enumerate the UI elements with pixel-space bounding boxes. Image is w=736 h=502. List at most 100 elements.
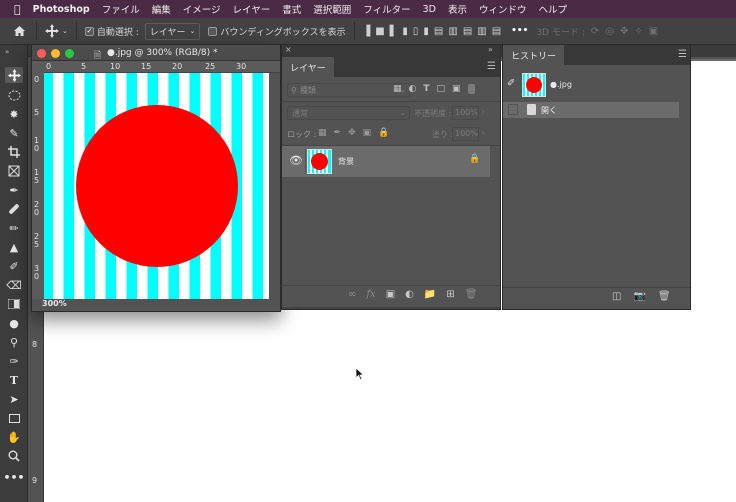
history-brush-source-icon[interactable]: ✐ [507,78,515,89]
lock-transparent-icon[interactable]: ▦ [318,128,327,138]
menu-photoshop[interactable]: Photoshop [33,4,90,15]
pan-3d-icon[interactable]: ✥ [620,26,628,37]
menu-file[interactable]: ファイル [102,2,140,16]
distribute-icon-2[interactable]: ▥ [448,26,457,37]
layer-kind-filter[interactable]: ⚲ 種類 ⌄ [287,83,410,97]
distribute-icon-3[interactable]: ▤ [463,26,472,37]
move-icon[interactable] [5,67,23,83]
auto-select-checkbox[interactable]: ✓ 自動選択 : [84,25,139,38]
trash-icon[interactable]: 🗑 [658,291,671,302]
align-left-icon[interactable]: ▮ [402,26,408,37]
chevron-right-icon[interactable]: › [482,108,485,116]
menu-layer[interactable]: レイヤー [233,2,271,16]
trash-icon[interactable]: 🗑 [465,289,478,300]
gradient-icon[interactable] [5,296,23,312]
distribute-icon-4[interactable]: ▥ [477,26,486,37]
eraser-icon[interactable]: ⌫ [5,277,23,293]
pen-icon[interactable]: ✑ [5,353,23,369]
type-icon[interactable]: T [5,372,23,388]
menu-select[interactable]: 選択範囲 [313,2,351,16]
eyedropper-icon[interactable]: ✒ [5,182,23,198]
menu-filter[interactable]: フィルター [363,2,410,16]
align-vcenter-icon[interactable]: ■ [375,26,384,37]
menu-image[interactable]: イメージ [183,2,221,16]
history-brush-icon[interactable]: ✐ [5,258,23,274]
rectangle-icon[interactable] [5,410,23,426]
panel-menu-icon[interactable]: ☰ [678,49,687,60]
history-state-row[interactable]: 開く [503,102,679,118]
eye-icon[interactable]: 👁 [289,154,303,167]
smartobject-filter-icon[interactable]: ▣ [452,84,461,94]
scale-3d-icon[interactable]: ▣ [649,26,658,37]
frame-icon[interactable] [5,163,23,179]
blur-icon[interactable]: ● [5,315,23,331]
roll-icon[interactable]: ◎ [605,26,614,37]
align-bottom-icon[interactable]: ▌ [390,26,398,37]
menu-window[interactable]: ウィンドウ [479,2,527,16]
home-icon[interactable] [10,25,28,37]
distribute-icon-5[interactable]: ▤ [492,26,501,37]
collapse-panel-icon[interactable]: » [488,45,493,54]
pixel-filter-icon[interactable]: ▦ [393,84,402,94]
type-filter-icon[interactable]: T [423,84,429,94]
chevron-right-icon[interactable]: › [482,129,485,137]
lock-artboard-icon[interactable]: ▣ [363,128,372,138]
panel-menu-icon[interactable]: ☰ [487,61,496,72]
document-titlebar[interactable]: 🗎 ●.jpg @ 300% (RGB/8) * [32,45,280,61]
document-canvas[interactable] [44,73,269,299]
fx-icon[interactable]: fx [366,289,375,300]
shape-filter-icon[interactable]: □ [437,84,446,94]
path-select-icon[interactable]: ➤ [5,391,23,407]
history-snapshot-row[interactable]: ✐ ●.jpg [503,69,690,101]
stamp-icon[interactable]: ▲ [5,239,23,255]
dodge-icon[interactable]: ⚲ [5,334,23,350]
link-icon[interactable]: ∞ [348,289,356,300]
blend-mode-dropdown[interactable]: 通常 ⌄ [287,106,410,120]
camera-icon[interactable]: 📷 [633,291,645,302]
zoom-status[interactable]: 300% [32,299,280,311]
apple-menu[interactable]:  [14,3,21,16]
collapse-toolbar-icon[interactable]: » [5,48,9,56]
menu-type[interactable]: 書式 [282,2,301,16]
menu-view[interactable]: 表示 [448,2,467,16]
healing-icon[interactable] [5,201,23,217]
ruler-corner[interactable] [32,61,44,73]
auto-select-target-dropdown[interactable]: レイヤー ⌄ [144,22,201,40]
slide-icon[interactable]: ✧ [634,26,642,37]
new-layer-icon[interactable]: ⊞ [446,289,454,300]
opacity-input[interactable]: 100% [452,106,479,120]
lasso-icon[interactable]: ✸ [5,106,23,122]
more-tools-icon[interactable]: ••• [3,469,24,485]
marquee-icon[interactable] [5,87,23,103]
menu-3d[interactable]: 3D [423,4,436,15]
menu-edit[interactable]: 編集 [152,2,171,16]
quick-select-icon[interactable]: ✎ [5,125,23,141]
zoom-icon[interactable] [5,448,23,464]
minimize-window-button[interactable] [51,49,60,58]
align-top-icon[interactable]: ▐ [363,26,371,37]
menu-help[interactable]: ヘルプ [538,2,567,16]
lock-icon[interactable]: 🔒 [469,154,480,164]
orbit-icon[interactable]: ⟳ [591,26,599,37]
lock-all-icon[interactable]: 🔒 [378,128,389,138]
fill-input[interactable]: 100% [452,127,479,141]
close-panel-icon[interactable]: × [285,45,292,54]
align-right-icon[interactable]: ▮ [423,26,429,37]
document-ruler-horizontal[interactable]: 0 5 10 15 20 25 30 [44,61,280,73]
bounding-box-checkbox[interactable]: バウンディングボックスを表示 [208,25,346,38]
folder-icon[interactable]: 📁 [424,289,436,300]
mask-icon[interactable]: ▣ [386,289,395,300]
tab-layers[interactable]: レイヤー [282,57,334,77]
filter-toggle-icon[interactable] [467,84,475,94]
document-ruler-vertical[interactable]: 0 5 1 0 1 5 2 0 2 5 3 0 [32,73,44,299]
brush-icon[interactable]: ✏ [5,220,23,236]
adjustment-filter-icon[interactable]: ◐ [409,84,417,94]
zoom-window-button[interactable] [65,49,74,58]
new-document-from-state-icon[interactable]: ◫ [612,291,621,302]
close-window-button[interactable] [37,49,46,58]
adjustment-icon[interactable]: ◐ [405,289,414,300]
tab-history[interactable]: ヒストリー [503,45,565,65]
more-options-button[interactable]: ••• [511,26,528,36]
crop-icon[interactable] [5,144,23,160]
lock-position-icon[interactable]: ✥ [348,128,356,138]
